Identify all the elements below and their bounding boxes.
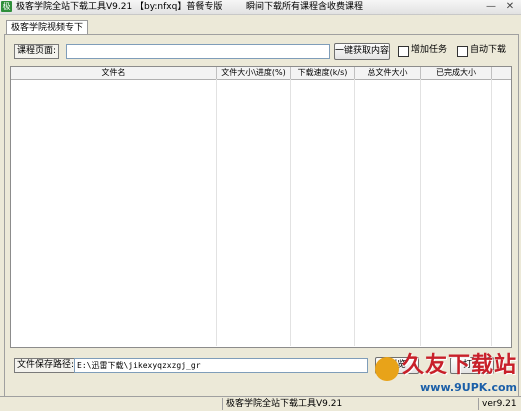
column-completed-size[interactable]: 已完成大小 bbox=[421, 67, 492, 79]
version-label: ver9.21 bbox=[478, 398, 517, 410]
save-path-input[interactable]: E:\迅雷下载\jikexyqzxzgj_gr bbox=[74, 358, 368, 373]
column-total-size[interactable]: 总文件大小 bbox=[355, 67, 421, 79]
download-list[interactable]: 文件名 文件大小\进度(%) 下载速度(k/s) 总文件大小 已完成大小 bbox=[10, 66, 512, 348]
column-speed[interactable]: 下载速度(k/s) bbox=[291, 67, 355, 79]
minimize-icon[interactable]: — bbox=[486, 2, 496, 12]
save-path-label: 文件保存路径: bbox=[14, 358, 78, 373]
tab-video-download[interactable]: 极客学院视频专下 bbox=[6, 20, 89, 35]
status-bar: 极客学院全站下载工具V9.21 ver9.21 bbox=[0, 396, 521, 411]
app-icon: 极 bbox=[1, 1, 12, 12]
author-label: 【by:nfxq】普餐专版 bbox=[135, 2, 223, 12]
column-divider bbox=[420, 79, 421, 346]
add-task-checkbox[interactable] bbox=[398, 46, 409, 57]
fetch-content-button[interactable]: 一键获取内容 bbox=[334, 43, 390, 60]
watermark: 久友下载站 www.9UPK.com bbox=[374, 347, 517, 394]
title-bar: 极 极客学院全站下载工具V9.21 【by:nfxq】普餐专版 瞬间下载所有课程… bbox=[0, 0, 521, 15]
watermark-brand: 久友下载站 bbox=[401, 352, 517, 378]
auto-download-checkbox[interactable] bbox=[457, 46, 468, 57]
course-page-label: 课程页面: bbox=[14, 44, 60, 59]
watermark-logo-icon bbox=[374, 357, 399, 381]
column-divider bbox=[354, 79, 355, 346]
column-divider bbox=[290, 79, 291, 346]
window-title: 极客学院全站下载工具V9.21 bbox=[16, 2, 133, 12]
column-size-progress[interactable]: 文件大小\进度(%) bbox=[217, 67, 291, 79]
course-url-input[interactable] bbox=[66, 44, 330, 59]
add-task-label: 增加任务 bbox=[411, 45, 448, 55]
column-filename[interactable]: 文件名 bbox=[11, 67, 217, 79]
auto-download-label: 自动下载 bbox=[470, 45, 507, 55]
list-header: 文件名 文件大小\进度(%) 下载速度(k/s) 总文件大小 已完成大小 bbox=[11, 67, 511, 80]
column-divider bbox=[491, 79, 492, 346]
slogan-label: 瞬间下载所有课程含收费课程 bbox=[246, 2, 364, 12]
column-divider bbox=[216, 79, 217, 346]
watermark-url: www.9UPK.com bbox=[420, 381, 517, 394]
close-icon[interactable]: ✕ bbox=[505, 2, 515, 12]
status-text: 极客学院全站下载工具V9.21 bbox=[222, 398, 342, 410]
